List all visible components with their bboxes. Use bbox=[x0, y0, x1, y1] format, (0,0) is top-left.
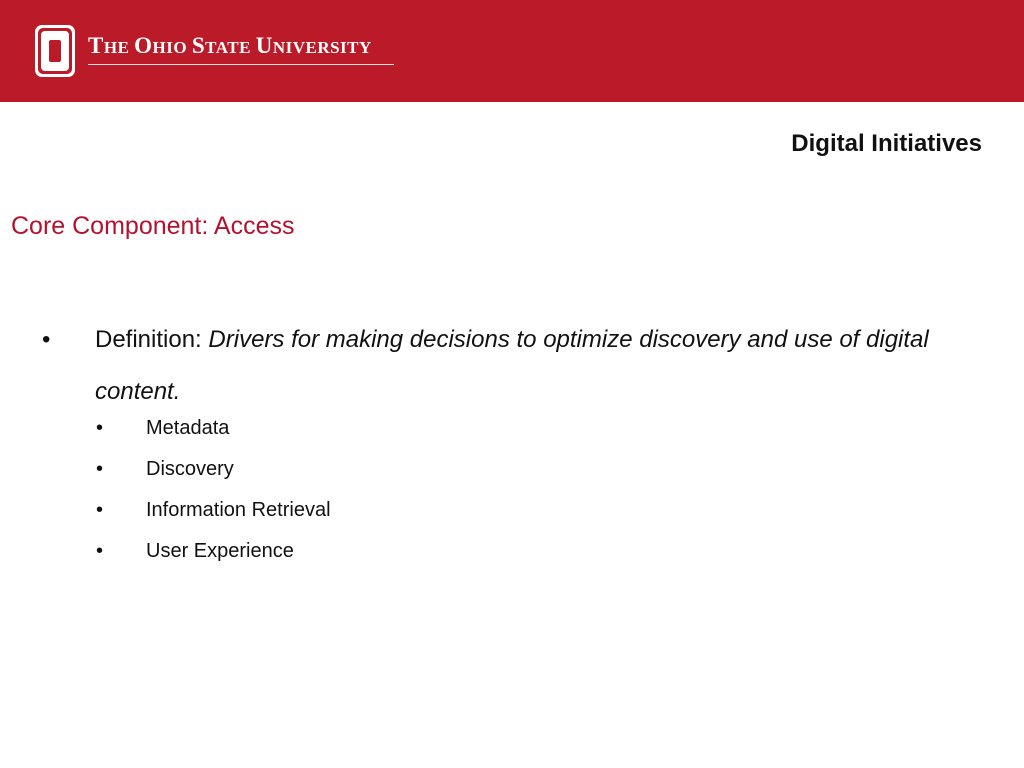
section-title: Digital Initiatives bbox=[791, 130, 982, 157]
definition-text: Definition: Drivers for making decisions… bbox=[95, 314, 980, 418]
block-o-logo-icon bbox=[35, 25, 75, 77]
bullet-icon: • bbox=[96, 540, 104, 562]
slide: THE OHIO STATE UNIVERSITY Digital Initia… bbox=[0, 0, 1024, 768]
slide-heading: Core Component: Access bbox=[11, 212, 295, 240]
list-item: • Information Retrieval bbox=[96, 498, 331, 539]
header-band: THE OHIO STATE UNIVERSITY bbox=[0, 0, 1024, 102]
definition-label: Definition: bbox=[95, 326, 202, 353]
bullet-icon: • bbox=[96, 499, 104, 521]
university-name: THE OHIO STATE UNIVERSITY bbox=[88, 33, 372, 58]
list-item: • Metadata bbox=[96, 416, 331, 457]
sub-bullet-list: • Metadata • Discovery • Information Retrie… bbox=[96, 416, 331, 580]
wordmark-underline bbox=[88, 64, 394, 65]
definition-bullet: • Definition: Drivers for making decisio… bbox=[40, 314, 980, 418]
list-item-label: Information Retrieval bbox=[146, 499, 331, 521]
definition-body: Drivers for making decisions to optimize… bbox=[95, 326, 929, 405]
list-item-label: Metadata bbox=[146, 417, 230, 439]
list-item: • Discovery bbox=[96, 457, 331, 498]
bullet-icon: • bbox=[42, 326, 51, 353]
list-item: • User Experience bbox=[96, 539, 331, 580]
list-item-label: Discovery bbox=[146, 458, 234, 480]
list-item-label: User Experience bbox=[146, 540, 294, 562]
bullet-icon: • bbox=[96, 458, 104, 480]
bullet-icon: • bbox=[96, 417, 104, 439]
